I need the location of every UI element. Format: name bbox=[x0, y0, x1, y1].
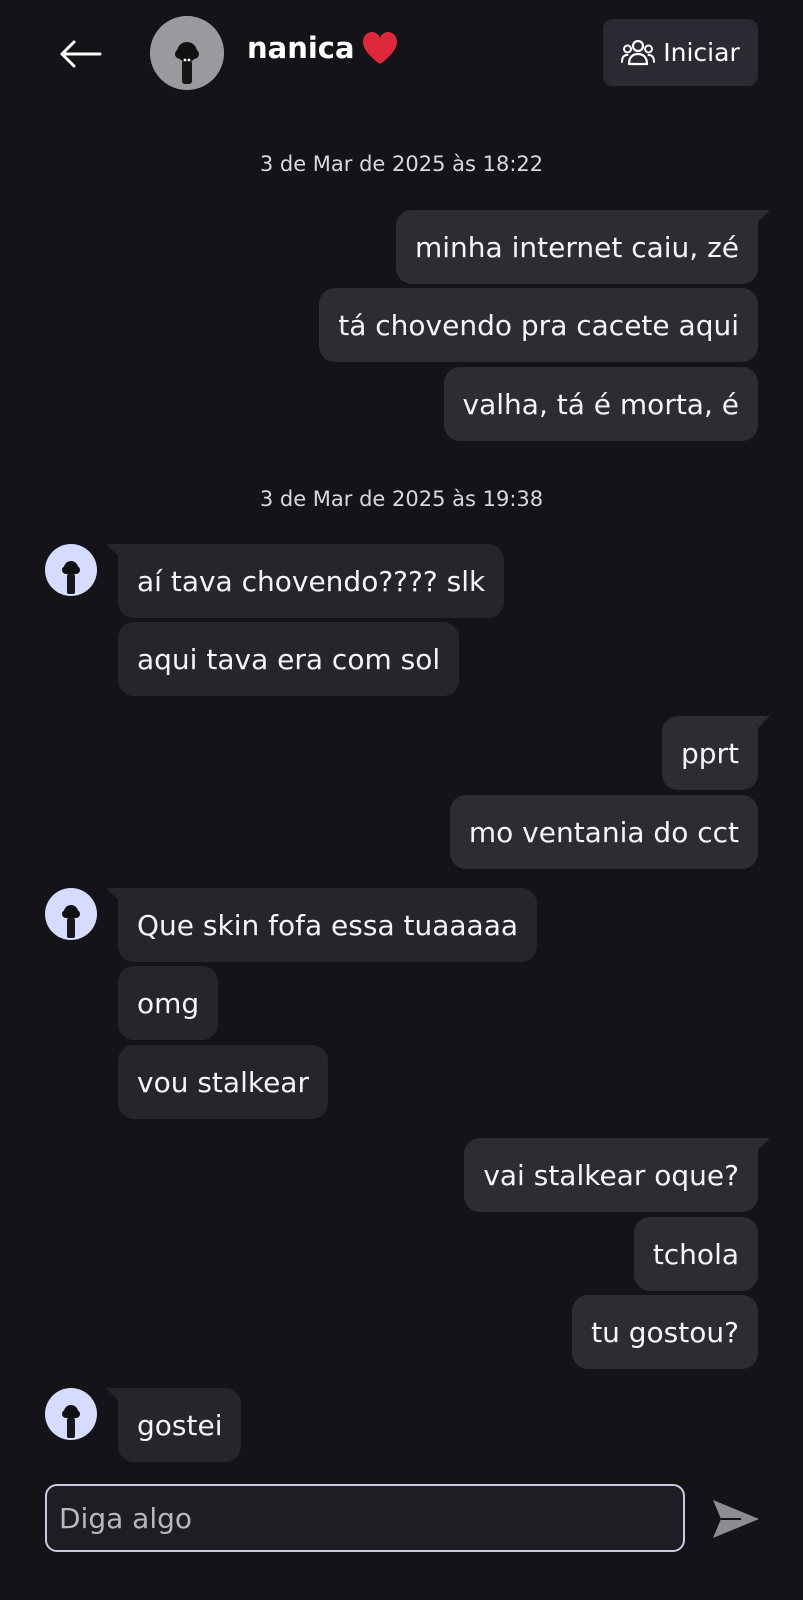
contact-name[interactable]: nanica bbox=[247, 30, 399, 66]
message-composer bbox=[0, 1467, 803, 1600]
message-bubble-outgoing[interactable]: pprt bbox=[661, 716, 771, 790]
send-icon bbox=[713, 1500, 759, 1538]
message-list[interactable]: 3 de Mar de 2025 às 18:22 minha internet… bbox=[0, 110, 803, 1467]
group-icon bbox=[621, 39, 656, 65]
chat-header: nanica Iniciar bbox=[0, 0, 803, 110]
start-call-label: Iniciar bbox=[663, 38, 740, 67]
message-bubble-outgoing[interactable]: tá chovendo pra cacete aqui bbox=[319, 288, 758, 362]
sender-avatar[interactable] bbox=[45, 544, 97, 596]
contact-avatar[interactable] bbox=[150, 16, 224, 90]
start-call-button[interactable]: Iniciar bbox=[603, 19, 758, 86]
arrow-left-icon bbox=[60, 40, 102, 68]
sender-avatar[interactable] bbox=[45, 888, 97, 940]
message-bubble-outgoing[interactable]: vai stalkear oque? bbox=[464, 1138, 770, 1212]
message-bubble-outgoing[interactable]: mo ventania do cct bbox=[449, 795, 758, 869]
send-button[interactable] bbox=[708, 1493, 764, 1545]
back-button[interactable] bbox=[52, 28, 108, 80]
message-bubble-incoming[interactable]: aqui tava era com sol bbox=[118, 622, 460, 696]
timestamp: 3 de Mar de 2025 às 19:38 bbox=[259, 487, 544, 511]
message-bubble-incoming[interactable]: vou stalkear bbox=[118, 1045, 328, 1119]
heart-icon bbox=[362, 32, 397, 64]
message-bubble-outgoing[interactable]: tu gostou? bbox=[572, 1295, 758, 1369]
message-bubble-incoming[interactable]: omg bbox=[118, 966, 219, 1040]
message-input[interactable] bbox=[45, 1484, 685, 1552]
contact-name-text: nanica bbox=[247, 31, 355, 65]
message-bubble-outgoing[interactable]: valha, tá é morta, é bbox=[443, 367, 758, 441]
sender-avatar[interactable] bbox=[45, 1388, 97, 1440]
message-bubble-outgoing[interactable]: tchola bbox=[633, 1217, 758, 1291]
message-bubble-incoming[interactable]: Que skin fofa essa tuaaaaa bbox=[105, 888, 538, 962]
message-bubble-outgoing[interactable]: minha internet caiu, zé bbox=[395, 210, 771, 284]
message-bubble-incoming[interactable]: gostei bbox=[105, 1388, 242, 1462]
timestamp: 3 de Mar de 2025 às 18:22 bbox=[259, 152, 544, 176]
message-bubble-incoming[interactable]: aí tava chovendo???? slk bbox=[105, 544, 505, 618]
